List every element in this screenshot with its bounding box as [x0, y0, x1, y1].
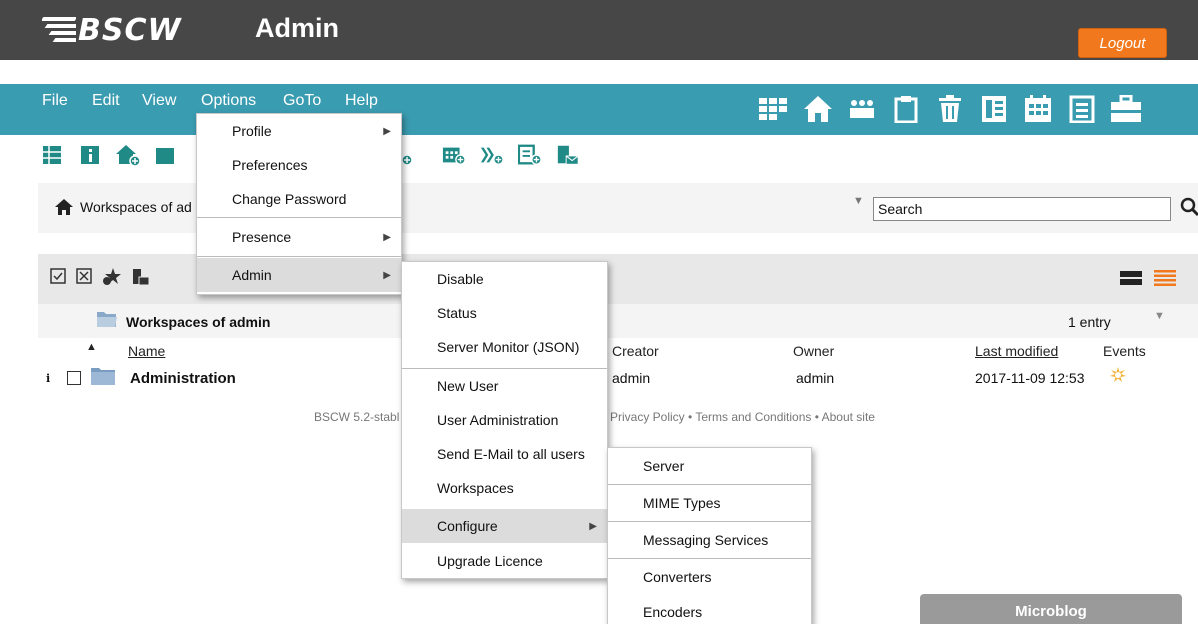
menu-item-messaging-services[interactable]: Messaging Services: [608, 522, 811, 558]
send-message-icon[interactable]: [556, 143, 580, 167]
menu-item-profile[interactable]: Profile ▶: [197, 114, 401, 148]
info-icon[interactable]: i: [46, 372, 50, 385]
column-owner[interactable]: Owner: [793, 343, 834, 359]
deselect-all-checkbox-icon[interactable]: [76, 268, 92, 289]
entry-count: 1 entry: [1068, 314, 1111, 330]
folder-open-icon: [96, 309, 118, 332]
logout-button[interactable]: Logout: [1078, 28, 1167, 58]
column-last-modified[interactable]: Last modified: [975, 343, 1058, 359]
breadcrumb-text: Workspaces of ad: [80, 199, 192, 215]
briefcase-icon[interactable]: [1109, 94, 1143, 124]
admin-submenu: Disable Status Server Monitor (JSON) New…: [401, 261, 608, 579]
menu-goto[interactable]: GoTo: [283, 92, 321, 110]
menu-help[interactable]: Help: [345, 92, 378, 110]
options-menu: Profile ▶ Preferences Change Password Pre…: [196, 113, 402, 295]
configure-submenu: Server MIME Types Messaging Services Con…: [607, 447, 812, 624]
submenu-arrow-icon: ▶: [589, 520, 597, 532]
list-view-icon[interactable]: [1154, 270, 1176, 289]
menu-item-presence[interactable]: Presence ▶: [197, 220, 401, 254]
new-appointment-icon[interactable]: [442, 143, 466, 167]
microblog-button[interactable]: Microblog: [920, 594, 1182, 624]
new-workspace-icon[interactable]: [116, 143, 140, 167]
info-icon[interactable]: [78, 143, 102, 167]
new-note-icon[interactable]: [518, 143, 542, 167]
menu-item-encoders[interactable]: Encoders: [608, 595, 811, 624]
calendar-icon[interactable]: [1021, 94, 1055, 124]
menu-file[interactable]: File: [42, 92, 68, 110]
quick-access-icons: [757, 94, 1143, 124]
menu-item-mime-types[interactable]: MIME Types: [608, 485, 811, 521]
address-book-icon[interactable]: [977, 94, 1011, 124]
logo-mark-icon: [42, 15, 76, 45]
menu-bar: File Edit View Options GoTo Help: [0, 84, 1198, 135]
brand-name: BSCW: [78, 12, 182, 48]
event-burst-icon[interactable]: [1110, 367, 1126, 386]
new-flow-icon[interactable]: [480, 143, 504, 167]
row-last-modified: 2017-11-09 12:53: [975, 370, 1085, 386]
row-creator: admin: [612, 370, 651, 386]
menu-item-new-user[interactable]: New User: [402, 369, 607, 403]
menu-item-send-email-all[interactable]: Send E-Mail to all users: [402, 437, 607, 471]
tasks-icon[interactable]: [1065, 94, 1099, 124]
workspaces-overview-icon[interactable]: [757, 94, 791, 124]
menu-edit[interactable]: Edit: [92, 92, 120, 110]
menu-options[interactable]: Options: [201, 92, 256, 110]
menu-item-upgrade-licence[interactable]: Upgrade Licence: [402, 544, 607, 578]
bscw-logo[interactable]: BSCW: [42, 12, 182, 48]
current-folder-row: Workspaces of admin 1 entry ▼: [38, 304, 1198, 338]
column-creator[interactable]: Creator: [612, 343, 659, 359]
search-scope-chevron-down-icon[interactable]: ▼: [853, 195, 864, 207]
menu-item-server-monitor[interactable]: Server Monitor (JSON): [402, 330, 607, 364]
action-toolbar: [40, 143, 178, 167]
row-checkbox[interactable]: [67, 371, 81, 388]
new-folder-icon[interactable]: [154, 143, 178, 167]
sort-ascending-icon[interactable]: ▲: [86, 341, 97, 353]
menu-item-configure[interactable]: Configure ▶: [402, 509, 607, 543]
row-name[interactable]: Administration: [130, 370, 236, 387]
menu-view[interactable]: View: [142, 92, 176, 110]
send-icon[interactable]: [132, 268, 150, 289]
table-row[interactable]: i Administration admin admin 2017-11-09 …: [38, 362, 1198, 392]
table-view-icon[interactable]: [40, 143, 64, 167]
menu-item-server[interactable]: Server: [608, 448, 811, 484]
rate-star-icon[interactable]: [102, 268, 122, 289]
compact-view-icon[interactable]: [1120, 270, 1142, 289]
page-title: Admin: [255, 13, 339, 43]
column-name[interactable]: Name: [128, 343, 165, 359]
submenu-arrow-icon: ▶: [383, 231, 391, 243]
trash-icon[interactable]: [933, 94, 967, 124]
menu-divider: [197, 217, 401, 218]
menu-item-status[interactable]: Status: [402, 296, 607, 330]
breadcrumb[interactable]: Workspaces of ad: [54, 198, 192, 216]
submenu-arrow-icon: ▶: [383, 269, 391, 281]
home-icon: [55, 199, 73, 215]
column-events[interactable]: Events: [1103, 343, 1146, 359]
menu-item-change-password[interactable]: Change Password: [197, 182, 401, 216]
action-toolbar-right: [390, 143, 580, 167]
menu-item-admin[interactable]: Admin ▶: [197, 258, 401, 292]
top-header: BSCW Admin Logout: [0, 0, 1198, 60]
footer-links[interactable]: Privacy Policy • Terms and Conditions • …: [610, 410, 875, 424]
folder-icon: [90, 366, 116, 389]
search-input[interactable]: [873, 197, 1171, 221]
menu-item-converters[interactable]: Converters: [608, 559, 811, 595]
footer-version: BSCW 5.2-stabl: [314, 410, 400, 424]
menu-item-disable[interactable]: Disable: [402, 262, 607, 296]
menu-divider: [197, 256, 401, 257]
list-action-icons: [50, 268, 150, 289]
row-owner: admin: [796, 370, 835, 386]
menu-item-workspaces[interactable]: Workspaces: [402, 471, 607, 505]
view-mode-icons: [1120, 270, 1176, 289]
home-icon[interactable]: [801, 94, 835, 124]
search-icon[interactable]: [1180, 197, 1198, 220]
menu-item-preferences[interactable]: Preferences: [197, 148, 401, 182]
submenu-arrow-icon: ▶: [383, 125, 391, 137]
select-all-checkbox-icon[interactable]: [50, 268, 66, 289]
clipboard-icon[interactable]: [889, 94, 923, 124]
menu-item-user-administration[interactable]: User Administration: [402, 403, 607, 437]
contacts-icon[interactable]: [845, 94, 879, 124]
folder-title: Workspaces of admin: [126, 314, 271, 330]
folder-options-chevron-down-icon[interactable]: ▼: [1154, 310, 1165, 322]
